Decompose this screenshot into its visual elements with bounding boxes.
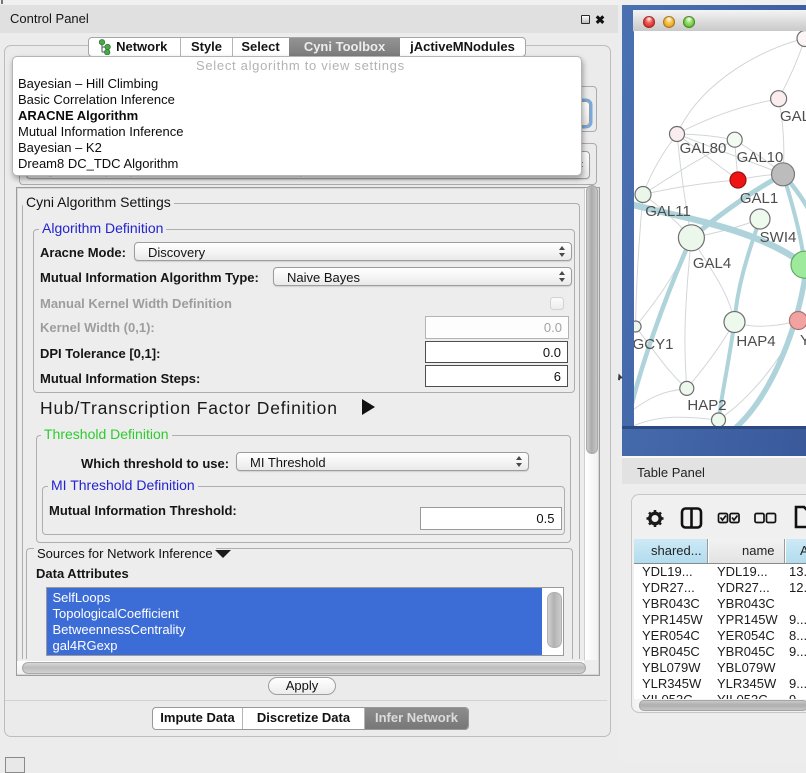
svg-text:GCY1: GCY1 [634,336,673,353]
svg-text:HAP4: HAP4 [736,333,775,350]
svg-text:GAL10: GAL10 [737,149,784,166]
svg-text:GAL11: GAL11 [645,203,691,220]
svg-text:GAL4: GAL4 [693,255,731,272]
svg-text:GAL80: GAL80 [680,140,727,157]
svg-text:SWI4: SWI4 [760,229,797,246]
svg-text:HAP2: HAP2 [687,397,726,414]
svg-text:YEL: YEL [800,332,806,349]
svg-text:GAL7: GAL7 [780,108,806,125]
svg-text:GAL1: GAL1 [740,190,778,207]
